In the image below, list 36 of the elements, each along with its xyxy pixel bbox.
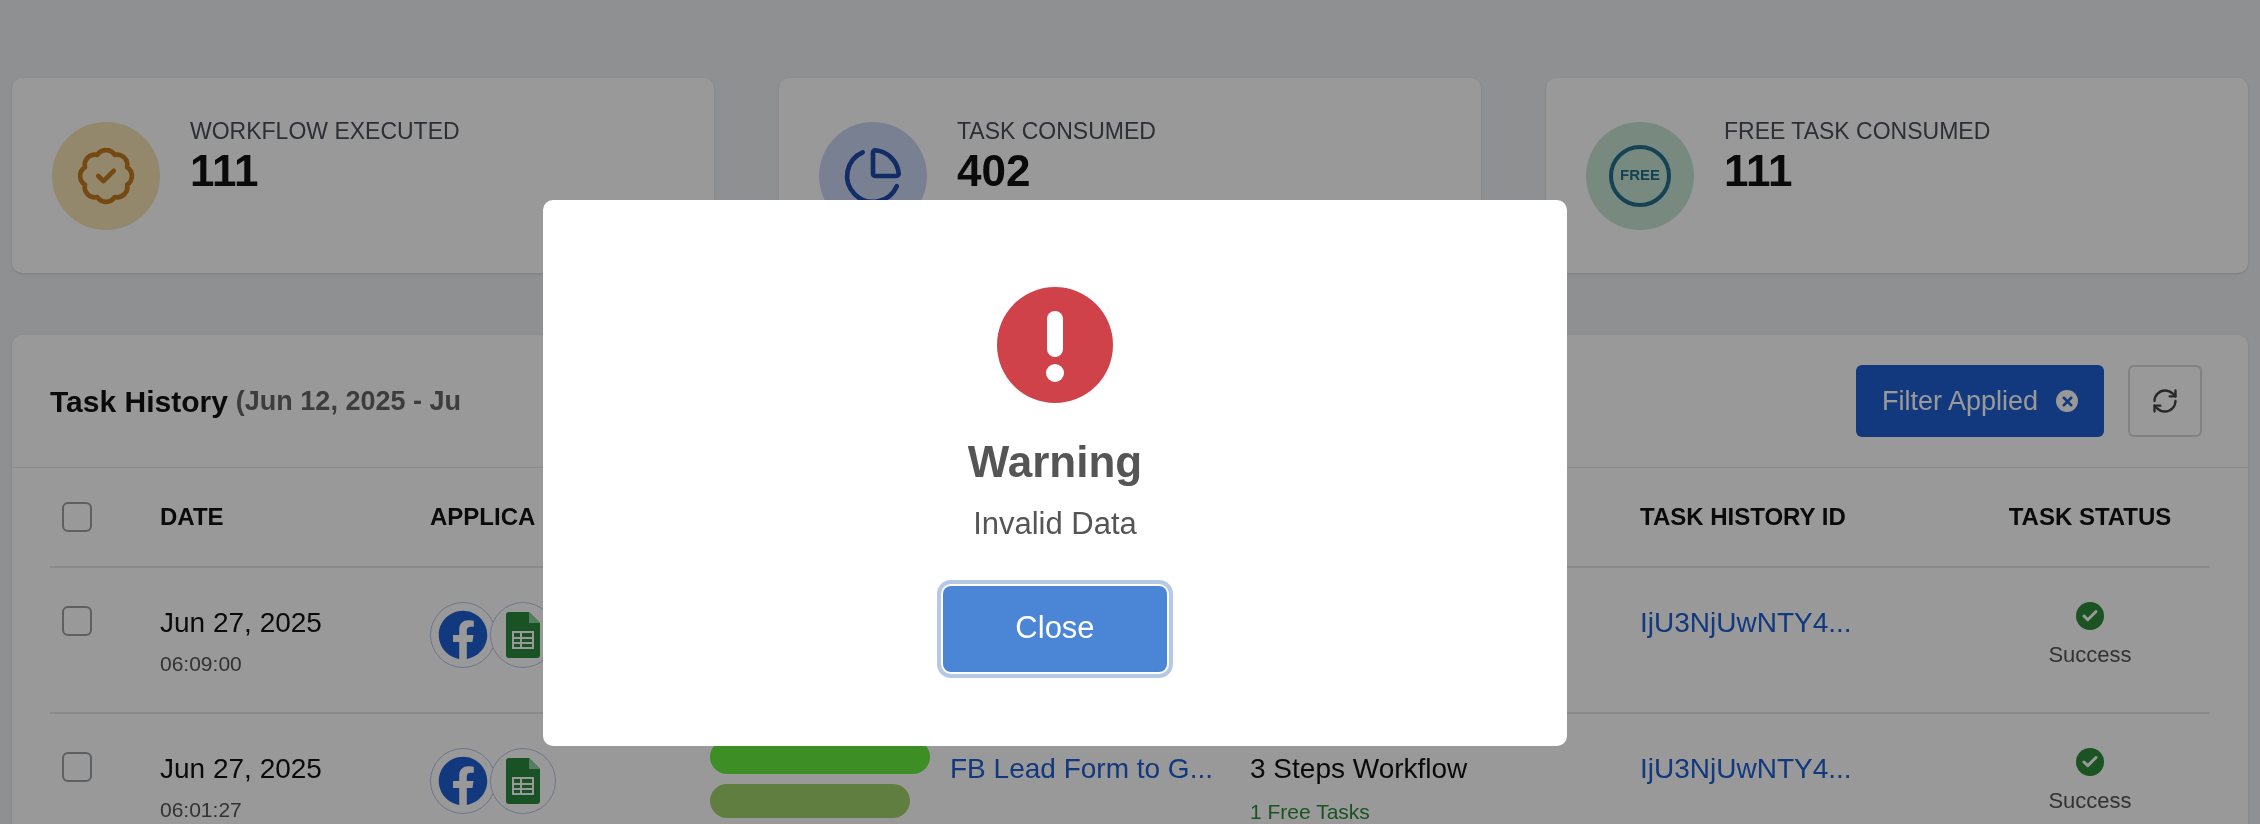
column-header: DATE bbox=[160, 503, 224, 530]
checkbox[interactable] bbox=[62, 752, 92, 782]
task-id-link[interactable]: IjU3NjUwNTY4... bbox=[1640, 602, 1852, 644]
refresh-button[interactable] bbox=[2128, 365, 2202, 437]
dialog-message: Invalid Data bbox=[973, 505, 1137, 543]
stat-value: 402 bbox=[957, 148, 1032, 193]
stat-label: TASK CONSUMED bbox=[957, 117, 1156, 147]
stat-value: 111 bbox=[1724, 148, 1794, 193]
success-icon bbox=[2076, 748, 2104, 776]
task-id-link[interactable]: IjU3NjUwNTY4... bbox=[1640, 748, 1852, 790]
stat-label: FREE TASK CONSUMED bbox=[1724, 117, 1991, 147]
date-text: Jun 27, 2025 bbox=[160, 606, 323, 640]
free-tasks-text: 1 Free Tasks bbox=[1250, 799, 1371, 824]
status-text: Success bbox=[2048, 641, 2132, 669]
status-text: Success bbox=[2048, 787, 2132, 815]
warning-icon bbox=[997, 287, 1113, 403]
checkbox[interactable] bbox=[62, 606, 92, 636]
time-text: 06:01:27 bbox=[160, 797, 243, 823]
column-header: TASK STATUS bbox=[2008, 502, 2172, 532]
clear-icon bbox=[2056, 390, 2078, 412]
column-header: APPLICA bbox=[430, 503, 536, 530]
date-range: (Jun 12, 2025 - Ju bbox=[235, 384, 461, 418]
refresh-icon bbox=[2151, 387, 2179, 415]
filter-button[interactable]: Filter Applied bbox=[1855, 365, 2104, 437]
stat-value: 111 bbox=[190, 148, 260, 193]
free-icon: FREE bbox=[1586, 121, 1694, 230]
panel-title: Task History bbox=[50, 383, 228, 420]
dialog-title: Warning bbox=[967, 436, 1143, 488]
steps-text: 3 Steps Workflow bbox=[1250, 752, 1469, 786]
date-text: Jun 27, 2025 bbox=[160, 752, 323, 786]
stat-label: WORKFLOW EXECUTED bbox=[190, 117, 460, 147]
checkbox[interactable] bbox=[62, 502, 92, 532]
column-header: TASK HISTORY ID bbox=[1640, 503, 1846, 530]
time-text: 06:09:00 bbox=[160, 651, 243, 677]
workflow-link[interactable]: FB Lead Form to G... bbox=[950, 753, 1213, 784]
success-icon bbox=[2076, 602, 2104, 630]
